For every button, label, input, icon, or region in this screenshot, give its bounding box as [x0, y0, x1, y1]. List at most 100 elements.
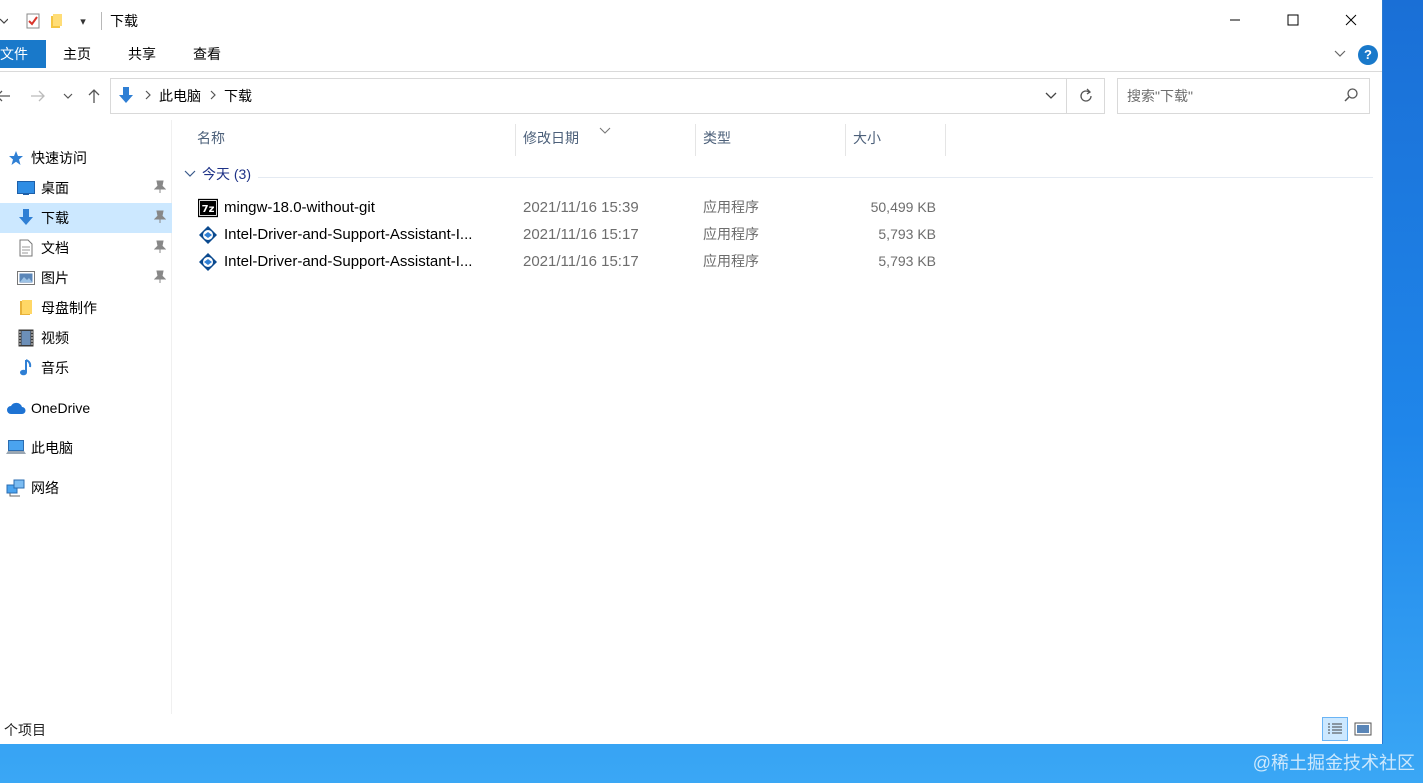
- sidebar-item-desktop[interactable]: 桌面: [0, 173, 172, 203]
- file-type: 应用程序: [703, 253, 759, 269]
- sidebar-item-label: 桌面: [41, 180, 69, 196]
- sidebar-item-label: 下载: [41, 210, 69, 226]
- sidebar-item-label: 音乐: [41, 360, 69, 376]
- qat-caret-left-icon[interactable]: [0, 12, 8, 30]
- address-bar[interactable]: 此电脑 下载: [110, 78, 1105, 114]
- music-icon: [16, 358, 36, 378]
- column-header-type[interactable]: 类型: [703, 120, 731, 156]
- column-header-name[interactable]: 名称: [197, 120, 225, 156]
- tab-share[interactable]: 共享: [128, 40, 156, 68]
- sidebar-item-this-pc[interactable]: 此电脑: [0, 433, 172, 463]
- navigation-pane: 快速访问 桌面 下载 文档 图片 母盘制作 视频 音乐 OneDrive 此电脑…: [0, 120, 172, 714]
- new-folder-icon[interactable]: [49, 12, 67, 30]
- column-header-modified[interactable]: 修改日期: [523, 120, 579, 156]
- column-divider[interactable]: [945, 124, 946, 156]
- refresh-button[interactable]: [1066, 79, 1104, 113]
- refresh-icon: [1079, 88, 1092, 102]
- column-divider[interactable]: [845, 124, 846, 156]
- sidebar-item-label: 快速访问: [31, 150, 87, 166]
- file-modified: 2021/11/16 15:17: [523, 226, 639, 243]
- column-header-size[interactable]: 大小: [853, 120, 881, 156]
- up-arrow-icon: [88, 89, 100, 103]
- search-icon[interactable]: [1343, 87, 1359, 106]
- video-icon: [16, 328, 36, 348]
- ribbon-tabs: 文件 主页 共享 查看 ?: [0, 40, 1382, 72]
- folder-icon: [16, 298, 36, 318]
- file-size: 50,499 KB: [870, 199, 936, 215]
- file-row[interactable]: Intel-Driver-and-Support-Assistant-I... …: [194, 248, 944, 275]
- tab-view[interactable]: 查看: [193, 40, 221, 68]
- sidebar-item-folder[interactable]: 母盘制作: [0, 293, 172, 323]
- search-input[interactable]: [1127, 81, 1342, 111]
- file-row[interactable]: 7z mingw-18.0-without-git 2021/11/16 15:…: [194, 194, 944, 221]
- star-icon: [6, 148, 26, 168]
- sidebar-item-videos[interactable]: 视频: [0, 323, 172, 353]
- details-view-icon: [1328, 723, 1342, 734]
- pin-icon[interactable]: [153, 180, 167, 197]
- file-name: mingw-18.0-without-git: [224, 199, 375, 216]
- minimize-icon: [1230, 19, 1240, 21]
- pin-icon[interactable]: [153, 210, 167, 227]
- back-button[interactable]: [0, 84, 14, 108]
- navigation-bar: 此电脑 下载: [0, 72, 1382, 120]
- breadcrumb-this-pc[interactable]: 此电脑: [159, 86, 201, 106]
- download-icon: [16, 208, 36, 228]
- large-icons-view-button[interactable]: [1350, 717, 1376, 741]
- file-size: 5,793 KB: [878, 253, 936, 269]
- sidebar-item-quick-access[interactable]: 快速访问: [0, 143, 172, 173]
- watermark-text: @稀土掘金技术社区: [1252, 753, 1415, 773]
- qat-separator: [101, 12, 102, 30]
- column-divider[interactable]: [695, 124, 696, 156]
- file-name: Intel-Driver-and-Support-Assistant-I...: [224, 253, 473, 270]
- maximize-button[interactable]: [1264, 0, 1322, 40]
- sidebar-item-onedrive[interactable]: OneDrive: [0, 393, 172, 423]
- sidebar-item-documents[interactable]: 文档: [0, 233, 172, 263]
- file-row[interactable]: Intel-Driver-and-Support-Assistant-I... …: [194, 221, 944, 248]
- window-title: 下载: [110, 13, 138, 29]
- chevron-down-icon: [63, 93, 73, 99]
- minimize-button[interactable]: [1206, 0, 1264, 40]
- sidebar-item-music[interactable]: 音乐: [0, 353, 172, 383]
- svg-text:7z: 7z: [202, 204, 215, 215]
- file-type: 应用程序: [703, 199, 759, 215]
- sort-descending-icon: [599, 122, 611, 138]
- sidebar-item-downloads[interactable]: 下载: [0, 203, 172, 233]
- sidebar-item-pictures[interactable]: 图片: [0, 263, 172, 293]
- address-history-button[interactable]: [1038, 79, 1064, 113]
- qat-customize-icon[interactable]: ▾: [74, 12, 92, 30]
- properties-icon[interactable]: [24, 12, 42, 30]
- tab-file[interactable]: 文件: [0, 40, 46, 68]
- pin-icon[interactable]: [153, 270, 167, 287]
- close-button[interactable]: [1322, 0, 1380, 40]
- download-icon: [116, 87, 136, 105]
- sidebar-item-label: OneDrive: [31, 400, 91, 416]
- 7zip-icon: 7z: [197, 198, 219, 218]
- file-explorer-window: ▾ 下载 文件 主页 共享 查看 ? 此电脑 下载 搜索"下载" 快速访问 桌面…: [0, 0, 1383, 744]
- pictures-icon: [16, 268, 36, 288]
- intel-installer-icon: [198, 225, 218, 245]
- expand-ribbon-button[interactable]: [1330, 44, 1350, 64]
- recent-locations-button[interactable]: [57, 84, 79, 108]
- forward-button[interactable]: [27, 84, 49, 108]
- file-modified: 2021/11/16 15:17: [523, 253, 639, 270]
- file-type: 应用程序: [703, 226, 759, 242]
- up-button[interactable]: [83, 84, 105, 108]
- status-bar: 个项目: [0, 714, 1382, 744]
- file-name: Intel-Driver-and-Support-Assistant-I...: [224, 226, 473, 243]
- desktop-icon: [16, 178, 36, 198]
- breadcrumb-chevron-icon[interactable]: [145, 89, 151, 103]
- large-icons-view-icon: [1354, 722, 1372, 736]
- sidebar-item-network[interactable]: 网络: [0, 473, 172, 503]
- breadcrumb-downloads[interactable]: 下载: [224, 86, 252, 106]
- sidebar-item-label: 图片: [41, 270, 69, 286]
- group-header-today[interactable]: 今天 (3): [184, 164, 251, 184]
- chevron-down-icon: [184, 170, 196, 177]
- column-divider[interactable]: [515, 124, 516, 156]
- details-view-button[interactable]: [1322, 717, 1348, 741]
- breadcrumb-chevron-icon[interactable]: [210, 89, 216, 103]
- quick-access-toolbar: ▾ 下载: [0, 9, 138, 33]
- computer-icon: [6, 438, 26, 458]
- tab-home[interactable]: 主页: [63, 40, 91, 68]
- pin-icon[interactable]: [153, 240, 167, 257]
- help-button[interactable]: ?: [1358, 45, 1378, 65]
